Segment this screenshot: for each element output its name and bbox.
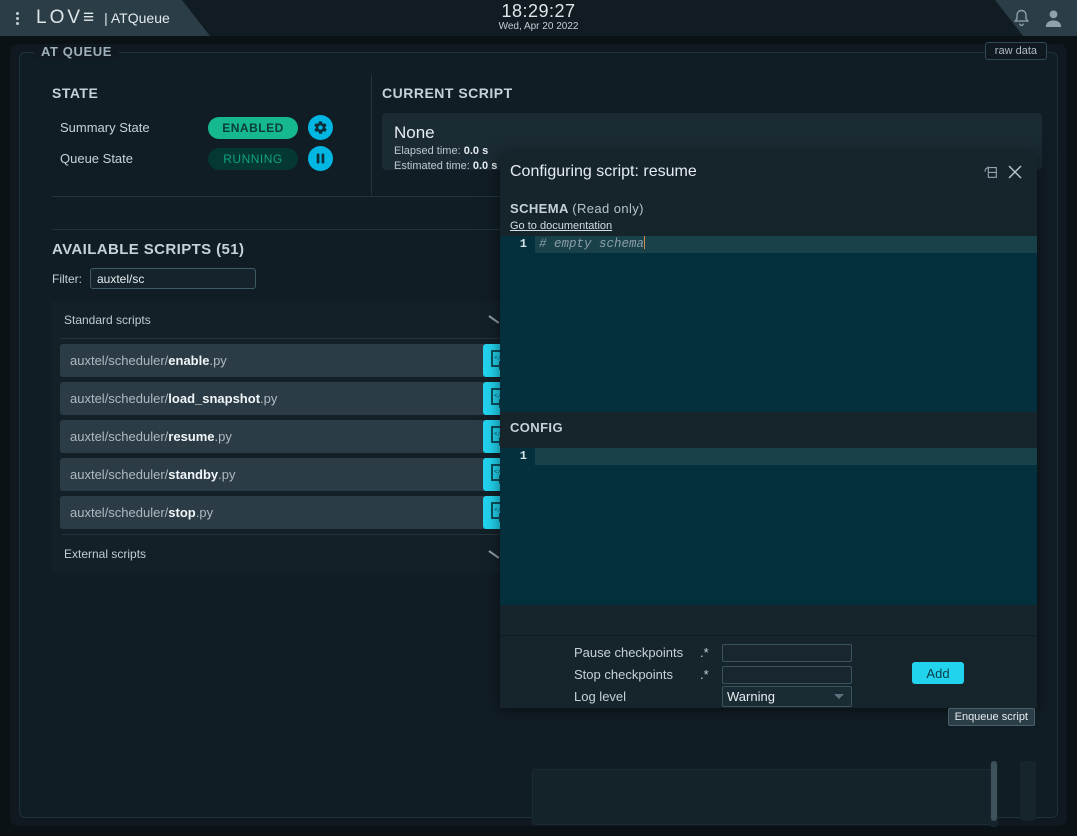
stop-checkpoints-input[interactable] — [722, 666, 852, 684]
scrollbar-thumb[interactable] — [991, 761, 997, 821]
state-heading: STATE — [52, 85, 98, 101]
filter-input[interactable] — [90, 268, 256, 289]
user-icon[interactable] — [1044, 9, 1063, 28]
script-group-standard[interactable]: Standard scripts — [60, 301, 514, 339]
pause-checkpoints-pattern: .* — [700, 645, 722, 660]
log-level-value: Warning — [727, 689, 775, 704]
documentation-link[interactable]: Go to documentation — [510, 220, 612, 232]
schema-line-number: 1 — [500, 236, 527, 253]
config-header-bar: CONFIG — [500, 412, 1037, 448]
filter-label: Filter: — [52, 272, 82, 286]
stop-checkpoints-pattern: .* — [700, 667, 722, 682]
enqueue-script-tooltip: Enqueue script — [948, 708, 1035, 726]
top-bar-left-section: LOV≡ | ATQueue — [0, 0, 210, 36]
pause-checkpoints-input[interactable] — [722, 644, 852, 662]
kebab-menu-icon[interactable] — [8, 12, 26, 25]
script-group-standard-label: Standard scripts — [60, 313, 151, 327]
list-item[interactable]: auxtel/scheduler/stop.py </> — [60, 496, 514, 529]
available-scripts-heading: AVAILABLE SCRIPTS (51) — [52, 241, 522, 258]
queue-state-badge: RUNNING — [208, 148, 298, 170]
schema-code-line: # empty schema — [535, 236, 1037, 253]
filter-row: Filter: — [52, 268, 522, 289]
summary-state-settings-button[interactable] — [308, 115, 333, 140]
schema-readonly-note: (Read only) — [572, 201, 644, 216]
bell-icon[interactable] — [1013, 9, 1030, 28]
script-name: auxtel/scheduler/load_snapshot.py — [70, 391, 277, 406]
close-icon[interactable] — [1003, 160, 1027, 184]
gear-icon — [313, 120, 328, 135]
list-item[interactable]: auxtel/scheduler/standby.py </> — [60, 458, 514, 491]
schema-gutter: 1 — [500, 236, 535, 412]
love-logo-text: LOV≡ — [36, 7, 97, 28]
scripts-list-box: Standard scripts auxtel/scheduler/enable… — [52, 301, 522, 573]
queue-state-row: Queue State RUNNING — [60, 146, 333, 171]
script-name: auxtel/scheduler/enable.py — [70, 353, 227, 368]
config-editor[interactable]: 1 — [500, 448, 1037, 605]
pause-icon — [314, 152, 327, 165]
list-item[interactable]: auxtel/scheduler/resume.py </> — [60, 420, 514, 453]
config-gutter: 1 — [500, 448, 535, 605]
love-logo: LOV≡ — [36, 7, 97, 29]
configure-script-modal: Configuring script: resume SCHEMA (Read … — [500, 153, 1037, 708]
config-line-number: 1 — [500, 448, 527, 465]
add-button[interactable]: Add — [912, 662, 964, 684]
logo-separator: | — [104, 10, 108, 26]
modal-header: Configuring script: resume — [500, 153, 1037, 191]
current-script-heading: CURRENT SCRIPT — [382, 85, 1042, 101]
schema-code-area[interactable]: # empty schema — [535, 236, 1037, 412]
queue-list-empty-panel — [532, 769, 997, 825]
script-name: auxtel/scheduler/resume.py — [70, 429, 232, 444]
top-bar-right-section — [982, 0, 1077, 36]
schema-label: SCHEMA — [510, 201, 568, 216]
elapsed-time-value: 0.0 s — [464, 145, 488, 157]
queue-column-placeholder — [1020, 761, 1036, 821]
stop-checkpoints-label: Stop checkpoints — [574, 667, 700, 682]
estimated-time-value: 0.0 s — [473, 160, 497, 172]
summary-state-badge: ENABLED — [208, 117, 298, 139]
config-code-line — [535, 448, 1037, 465]
available-scripts-section: AVAILABLE SCRIPTS (51) Filter: Standard … — [52, 241, 522, 573]
elapsed-time-label: Elapsed time: — [394, 145, 461, 157]
summary-state-row: Summary State ENABLED — [60, 115, 333, 140]
list-item[interactable]: auxtel/scheduler/load_snapshot.py </> — [60, 382, 514, 415]
config-code-empty — [535, 465, 1037, 605]
estimated-time-label: Estimated time: — [394, 160, 470, 172]
schema-heading: SCHEMA (Read only) — [500, 191, 1037, 216]
raw-data-button[interactable]: raw data — [985, 42, 1047, 60]
list-item[interactable]: auxtel/scheduler/enable.py </> — [60, 344, 514, 377]
modal-body: SCHEMA (Read only) Go to documentation 1… — [500, 191, 1037, 605]
stop-checkpoints-row: Stop checkpoints .* — [574, 664, 852, 685]
top-bar: LOV≡ | ATQueue 18:29:27 Wed, Apr 20 2022 — [0, 0, 1077, 36]
app-name-label: | ATQueue — [104, 10, 170, 26]
modal-footer: Pause checkpoints .* Stop checkpoints .*… — [500, 635, 1037, 708]
log-level-select[interactable]: Warning — [722, 686, 852, 707]
script-options-form: Pause checkpoints .* Stop checkpoints .*… — [574, 642, 852, 708]
config-heading: CONFIG — [500, 412, 1037, 435]
modal-title: Configuring script: resume — [510, 163, 979, 181]
divider-top — [52, 196, 512, 197]
restore-window-icon[interactable] — [979, 160, 1003, 184]
text-caret — [644, 236, 645, 249]
log-level-row: Log level Warning — [574, 686, 852, 707]
config-code-area[interactable] — [535, 448, 1037, 605]
current-script-name: None — [394, 122, 1030, 144]
log-level-label: Log level — [574, 689, 700, 704]
schema-code-empty — [535, 253, 1037, 412]
pause-checkpoints-label: Pause checkpoints — [574, 645, 700, 660]
schema-editor[interactable]: 1 # empty schema — [500, 236, 1037, 412]
page-title: AT QUEUE — [34, 44, 119, 59]
state-section: STATE Summary State ENABLED Queue State … — [20, 75, 372, 195]
script-name: auxtel/scheduler/stop.py — [70, 505, 213, 520]
script-group-external[interactable]: External scripts — [60, 535, 514, 573]
app-name-text: ATQueue — [111, 10, 170, 26]
pause-checkpoints-row: Pause checkpoints .* — [574, 642, 852, 663]
script-group-external-label: External scripts — [60, 547, 146, 561]
queue-state-label: Queue State — [60, 151, 208, 166]
chevron-down-icon — [834, 694, 844, 699]
script-name: auxtel/scheduler/standby.py — [70, 467, 235, 482]
divider-bottom — [52, 229, 512, 230]
queue-pause-button[interactable] — [308, 146, 333, 171]
summary-state-label: Summary State — [60, 120, 208, 135]
